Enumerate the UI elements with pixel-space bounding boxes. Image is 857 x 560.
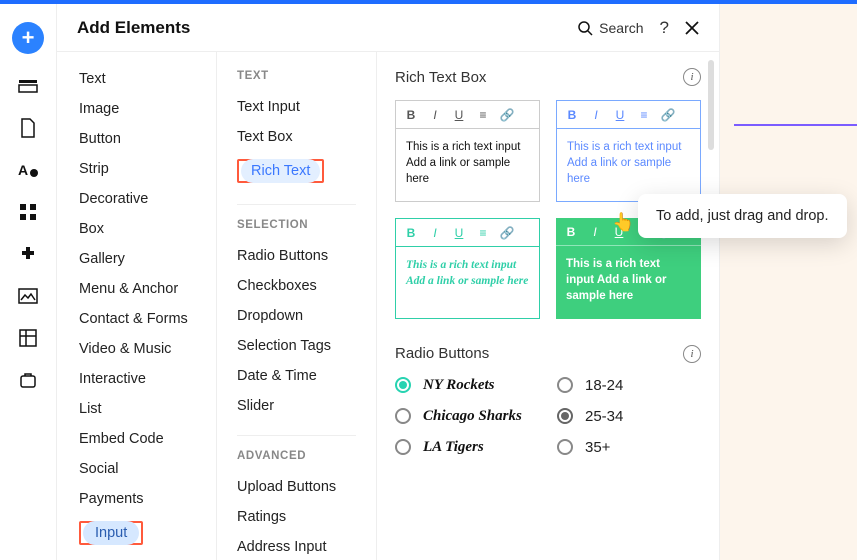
category-item[interactable]: Contact & Forms [57, 304, 216, 334]
preview-pane: Rich Text Box i B I U ≡ 🔗 This is a rich… [377, 52, 719, 560]
category-list: TextImageButtonStripDecorativeBoxGallery… [57, 52, 217, 560]
info-icon[interactable]: i [683, 68, 701, 86]
subcategory-item[interactable]: Checkboxes [217, 271, 376, 301]
radio-label: 18-24 [585, 377, 623, 394]
subcategory-item[interactable]: Text Box [217, 122, 376, 152]
search-icon [577, 20, 593, 36]
category-item[interactable]: Button [57, 124, 216, 154]
subcategory-item[interactable]: Ratings [217, 502, 376, 532]
store-icon[interactable] [18, 370, 38, 390]
radio-option[interactable]: 25-34 [557, 408, 701, 425]
rich-text-toolbar: B I U ≡ 🔗 [396, 101, 539, 129]
radio-label: 35+ [585, 439, 610, 456]
category-item[interactable]: CMS [57, 552, 216, 560]
radio-option[interactable]: 35+ [557, 439, 701, 456]
svg-text:A: A [18, 162, 28, 178]
category-item[interactable]: List [57, 394, 216, 424]
bold-icon: B [404, 108, 418, 122]
subcategory-list: TEXT Text InputText BoxRich Text SELECTI… [217, 52, 377, 560]
category-item[interactable]: Social [57, 454, 216, 484]
plugins-icon[interactable] [18, 244, 38, 264]
subgroup-header-selection: SELECTION [217, 219, 376, 241]
subgroup-header-text: TEXT [217, 70, 376, 92]
align-icon: ≡ [476, 108, 490, 122]
section-title-radio: Radio Buttons [395, 345, 489, 362]
category-item[interactable]: Input [57, 514, 216, 552]
category-item[interactable]: Interactive [57, 364, 216, 394]
radio-option[interactable]: LA Tigers [395, 439, 539, 456]
radio-icon [557, 377, 573, 393]
category-item[interactable]: Payments [57, 484, 216, 514]
add-elements-panel: Add Elements Search ? TextImageButtonStr… [56, 4, 720, 560]
category-item[interactable]: Image [57, 94, 216, 124]
category-item[interactable]: Box [57, 214, 216, 244]
media-icon[interactable] [18, 286, 38, 306]
radio-icon [395, 439, 411, 455]
subcategory-item[interactable]: Radio Buttons [217, 241, 376, 271]
scrollbar[interactable] [708, 60, 714, 150]
radio-option[interactable]: Chicago Sharks [395, 408, 539, 425]
radio-icon [557, 439, 573, 455]
apps-icon[interactable] [18, 202, 38, 222]
subcategory-item[interactable]: Selection Tags [217, 331, 376, 361]
subcategory-item[interactable]: Text Input [217, 92, 376, 122]
text-style-icon[interactable]: A [18, 160, 38, 180]
search-button[interactable]: Search [577, 20, 643, 36]
info-icon[interactable]: i [683, 345, 701, 363]
category-item[interactable]: Decorative [57, 184, 216, 214]
subcategory-item[interactable]: Rich Text [217, 152, 376, 190]
radio-label: NY Rockets [423, 377, 495, 394]
rich-text-preview[interactable]: B I U ≡ 🔗 This is a rich text input Add … [395, 100, 540, 202]
section-icon[interactable] [18, 76, 38, 96]
page-icon[interactable] [18, 118, 38, 138]
help-icon[interactable]: ? [660, 18, 669, 38]
subcategory-item[interactable]: Dropdown [217, 301, 376, 331]
panel-header: Add Elements Search ? [57, 4, 719, 52]
subcategory-item[interactable]: Date & Time [217, 361, 376, 391]
search-label: Search [599, 20, 643, 36]
radio-label: LA Tigers [423, 439, 484, 456]
radio-icon [557, 408, 573, 424]
preview-body: This is a rich text input Add a link or … [396, 129, 539, 201]
panel-title: Add Elements [77, 18, 190, 38]
radio-label: Chicago Sharks [423, 408, 522, 425]
underline-icon: U [452, 108, 466, 122]
category-item[interactable]: Gallery [57, 244, 216, 274]
rich-text-preview[interactable]: BIU≡🔗 This is a rich text input Add a li… [395, 218, 540, 318]
subcategory-item[interactable]: Address Input [217, 532, 376, 560]
category-item[interactable]: Text [57, 64, 216, 94]
drag-cursor-icon: 👆 [612, 212, 634, 233]
section-title-rich-text: Rich Text Box [395, 69, 486, 86]
drag-tooltip: To add, just drag and drop. [638, 194, 847, 238]
category-item[interactable]: Menu & Anchor [57, 274, 216, 304]
left-rail: + A [0, 4, 56, 560]
italic-icon: I [428, 108, 442, 122]
close-icon[interactable] [685, 21, 699, 35]
subcategory-item[interactable]: Slider [217, 391, 376, 421]
data-icon[interactable] [18, 328, 38, 348]
category-item[interactable]: Embed Code [57, 424, 216, 454]
subgroup-header-advanced: ADVANCED [217, 450, 376, 472]
radio-option[interactable]: 18-24 [557, 377, 701, 394]
add-icon[interactable]: + [12, 22, 44, 54]
radio-option[interactable]: NY Rockets [395, 377, 539, 394]
category-item[interactable]: Strip [57, 154, 216, 184]
rich-text-preview[interactable]: BIU≡🔗 This is a rich text input Add a li… [556, 100, 701, 202]
radio-icon [395, 377, 411, 393]
subcategory-item[interactable]: Upload Buttons [217, 472, 376, 502]
radio-icon [395, 408, 411, 424]
link-icon: 🔗 [500, 108, 514, 122]
radio-label: 25-34 [585, 408, 623, 425]
category-item[interactable]: Video & Music [57, 334, 216, 364]
